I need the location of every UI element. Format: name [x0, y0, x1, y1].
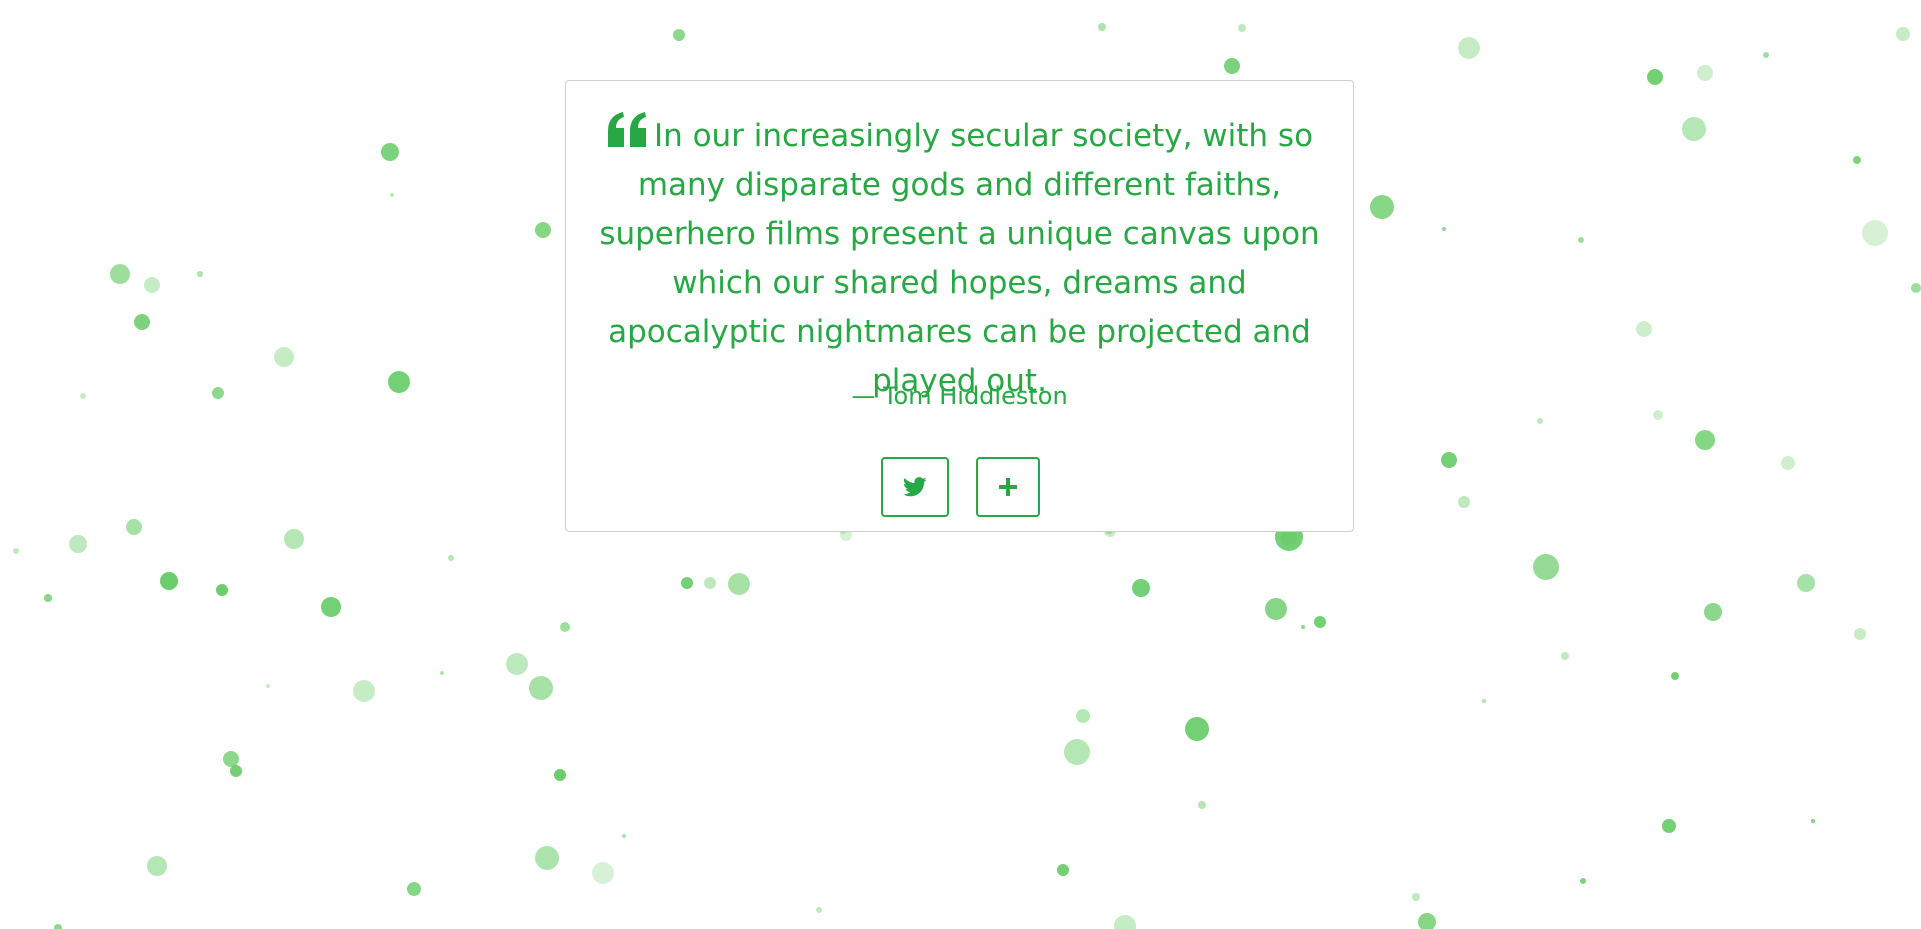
particle-dot	[144, 277, 160, 293]
particle-dot	[1561, 652, 1569, 660]
particle-dot	[1854, 628, 1866, 640]
particle-dot	[1098, 23, 1106, 31]
particle-dot	[1482, 699, 1486, 703]
particle-dot	[1418, 913, 1436, 929]
particle-dot	[80, 393, 86, 399]
particle-dot	[274, 347, 294, 367]
particle-dot	[381, 143, 399, 161]
particle-dot	[529, 676, 553, 700]
particle-dot	[1763, 52, 1769, 58]
particle-dot	[681, 577, 693, 589]
particle-dot	[1797, 574, 1815, 592]
particle-dot	[535, 222, 551, 238]
particle-dot	[1265, 598, 1287, 620]
particle-dot	[554, 769, 566, 781]
particle-dot	[197, 271, 203, 277]
particle-dot	[1662, 819, 1676, 833]
particle-dot	[1533, 554, 1559, 580]
particle-dot	[407, 882, 421, 896]
particle-dot	[1853, 156, 1861, 164]
particle-dot	[216, 584, 228, 596]
particle-dot	[1811, 819, 1815, 823]
particle-dot	[1057, 864, 1069, 876]
particle-dot	[728, 573, 750, 595]
particle-dot	[673, 29, 685, 41]
quote-text-container: In our increasingly secular society, wit…	[596, 111, 1323, 406]
particle-dot	[1412, 893, 1420, 901]
particle-dot	[448, 555, 454, 561]
quote-author: — Tom Hiddleston	[851, 382, 1068, 410]
quote-left-icon	[607, 112, 646, 147]
particle-dot	[1647, 69, 1663, 85]
particle-dot	[1370, 195, 1394, 219]
particle-dot	[440, 671, 444, 675]
twitter-icon	[903, 477, 927, 497]
quote-text: In our increasingly secular society, wit…	[599, 118, 1320, 399]
particle-dot	[535, 846, 559, 870]
particle-dot	[1441, 452, 1457, 468]
particle-dot	[321, 597, 341, 617]
particle-dot	[1580, 878, 1586, 884]
particle-dot	[388, 371, 410, 393]
particle-dot	[1537, 418, 1543, 424]
particle-dot	[1781, 456, 1795, 470]
particle-dot	[506, 653, 528, 675]
particle-dot	[1301, 625, 1305, 629]
particle-dot	[160, 572, 178, 590]
particle-dot	[284, 529, 304, 549]
particle-dot	[1238, 24, 1246, 32]
particle-dot	[704, 577, 716, 589]
particle-dot	[1578, 237, 1584, 243]
page: In our increasingly secular society, wit…	[0, 0, 1921, 929]
particle-dot	[1896, 27, 1910, 41]
particle-dot	[1185, 717, 1209, 741]
particle-dot	[622, 834, 626, 838]
particle-dot	[223, 751, 239, 767]
particle-dot	[1281, 530, 1297, 546]
new-quote-button[interactable]	[976, 457, 1040, 517]
particle-dot	[1114, 915, 1136, 929]
particle-dot	[1442, 227, 1446, 231]
particle-dot	[592, 862, 614, 884]
particle-dot	[44, 594, 52, 602]
particle-dot	[1458, 496, 1470, 508]
particle-dot	[110, 264, 130, 284]
particle-dot	[266, 684, 270, 688]
tweet-quote-button[interactable]	[881, 457, 949, 517]
particle-dot	[212, 387, 224, 399]
particle-dot	[560, 622, 570, 632]
particle-dot	[1314, 616, 1326, 628]
particle-dot	[1076, 709, 1090, 723]
particle-dot	[1636, 321, 1652, 337]
particle-dot	[1697, 65, 1713, 81]
particle-dot	[1198, 801, 1206, 809]
particle-dot	[1862, 220, 1888, 246]
particle-dot	[1224, 58, 1240, 74]
particle-dot	[1911, 283, 1921, 293]
particle-dot	[390, 193, 394, 197]
particle-dot	[69, 535, 87, 553]
particle-dot	[353, 680, 375, 702]
particle-dot	[126, 519, 142, 535]
particle-dot	[13, 548, 19, 554]
particle-dot	[1064, 739, 1090, 765]
particle-dot	[1704, 603, 1722, 621]
particle-dot	[1653, 410, 1663, 420]
particle-dot	[1458, 37, 1480, 59]
particle-dot	[1695, 430, 1715, 450]
quote-box: In our increasingly secular society, wit…	[565, 80, 1354, 532]
particle-dot	[1682, 117, 1706, 141]
particle-dot	[134, 314, 150, 330]
particle-dot	[1132, 579, 1150, 597]
plus-icon	[999, 478, 1017, 496]
particle-dot	[1671, 672, 1679, 680]
particle-dot	[147, 856, 167, 876]
particle-dot	[230, 765, 242, 777]
particle-dot	[54, 924, 62, 929]
particle-dot	[816, 907, 822, 913]
